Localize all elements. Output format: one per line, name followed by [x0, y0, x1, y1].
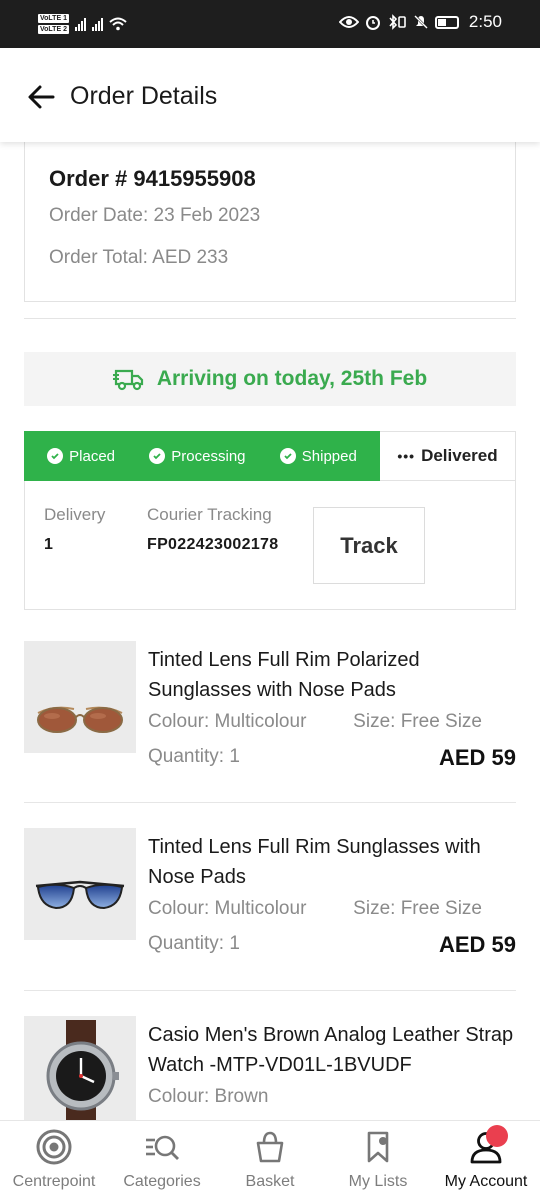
status-step-placed: Placed	[47, 448, 115, 465]
status-bar-left: VoLTE 1 VoLTE 2	[38, 14, 127, 34]
item-divider	[24, 802, 516, 803]
product-colour: Colour: Brown	[148, 1086, 269, 1107]
nav-item-my-lists[interactable]: My Lists	[324, 1121, 432, 1194]
status-bar-right: 2:50	[338, 12, 502, 32]
completed-steps: Placed Processing Shipped	[24, 431, 380, 481]
signal-2-icon	[91, 17, 103, 31]
product-price: AED 59	[438, 932, 516, 957]
product-name[interactable]: Tinted Lens Full Rim Polarized Sunglasse…	[148, 645, 518, 705]
app-header: Order Details	[0, 48, 540, 142]
back-arrow-icon[interactable]	[26, 82, 56, 112]
volte-2-badge: VoLTE 2	[38, 25, 69, 34]
alarm-icon	[365, 16, 380, 30]
nav-item-centrepoint[interactable]: Centrepoint	[0, 1121, 108, 1194]
nav-label: Categories	[123, 1173, 201, 1190]
nav-label: My Account	[444, 1173, 528, 1190]
track-button[interactable]: Track	[313, 507, 425, 584]
status-bar: VoLTE 1 VoLTE 2 2:50	[0, 0, 540, 48]
product-price: AED 59	[438, 745, 516, 770]
order-item[interactable]: Tinted Lens Full Rim Sunglasses with Nos…	[24, 828, 516, 968]
nav-item-my-account[interactable]: My Account	[432, 1121, 540, 1194]
product-size: Size: Free Size	[353, 898, 482, 919]
check-icon	[47, 448, 64, 464]
status-step-label: Processing	[171, 447, 246, 465]
product-colour: Colour: Multicolour	[148, 711, 307, 732]
nav-label: Basket	[245, 1173, 295, 1190]
product-colour: Colour: Multicolour	[148, 898, 307, 919]
delivery-value: 1	[44, 536, 53, 553]
courier-tracking-label: Courier Tracking	[147, 505, 272, 524]
nav-label: Centrepoint	[12, 1173, 96, 1190]
eye-icon	[338, 16, 359, 28]
volte-1-badge: VoLTE 1	[38, 14, 69, 23]
arrival-text: Arriving on today, 25th Feb	[156, 367, 428, 390]
status-step-processing: Processing	[149, 447, 246, 465]
delivery-label: Delivery	[44, 505, 106, 524]
delivery-truck-icon	[112, 369, 143, 391]
ellipsis-icon: •••	[397, 448, 416, 464]
battery-icon	[434, 15, 459, 29]
product-image[interactable]	[24, 828, 136, 940]
volte-indicators: VoLTE 1 VoLTE 2	[38, 14, 69, 34]
mute-bell-icon	[414, 15, 428, 29]
brown-sunglasses-image	[37, 706, 123, 733]
courier-tracking-number: FP022423002178	[147, 536, 279, 553]
categories-search-icon	[142, 1127, 182, 1167]
product-size: Size: Free Size	[353, 711, 482, 732]
nav-item-categories[interactable]: Categories	[108, 1121, 216, 1194]
status-time: 2:50	[468, 12, 502, 31]
order-status-tracker: Placed Processing Shipped ••• Delivered	[24, 431, 516, 481]
section-divider	[24, 318, 516, 319]
blue-aviator-sunglasses-image	[35, 880, 125, 910]
order-number: Order # 9415955908	[49, 166, 256, 191]
user-icon	[466, 1125, 508, 1167]
product-quantity: Quantity: 1	[148, 933, 240, 954]
order-date: Order Date: 23 Feb 2023	[49, 205, 261, 226]
order-total: Order Total: AED 233	[49, 247, 229, 268]
product-image[interactable]	[24, 641, 136, 753]
notification-badge	[486, 1125, 508, 1147]
nav-label: My Lists	[348, 1173, 408, 1190]
status-step-label: Delivered	[421, 446, 498, 465]
check-icon	[149, 448, 166, 464]
check-icon	[279, 448, 296, 464]
nav-item-basket[interactable]: Basket	[216, 1121, 324, 1194]
delivery-info-box: Delivery 1 Courier Tracking FP0224230021…	[24, 481, 516, 610]
order-item[interactable]: Casio Men's Brown Analog Leather Strap W…	[24, 1016, 516, 1120]
product-image[interactable]	[24, 1016, 136, 1120]
product-name[interactable]: Tinted Lens Full Rim Sunglasses with Nos…	[148, 832, 518, 892]
status-step-shipped: Shipped	[279, 447, 357, 465]
arrival-banner: Arriving on today, 25th Feb	[24, 352, 516, 406]
order-item[interactable]: Tinted Lens Full Rim Polarized Sunglasse…	[24, 641, 516, 781]
status-step-label: Placed	[69, 447, 116, 465]
product-name[interactable]: Casio Men's Brown Analog Leather Strap W…	[148, 1020, 516, 1080]
page-title: Order Details	[70, 82, 218, 110]
signal-1-icon	[74, 17, 86, 31]
product-quantity: Quantity: 1	[148, 746, 240, 767]
target-icon	[34, 1127, 74, 1167]
wifi-icon	[109, 17, 127, 31]
brown-leather-watch-image	[46, 1020, 119, 1120]
bottom-navigation: Centrepoint Categories Basket My Lists M…	[0, 1120, 540, 1194]
item-divider	[24, 990, 516, 991]
status-step-delivered: ••• Delivered	[380, 431, 516, 481]
bluetooth-vibrate-icon	[389, 14, 406, 30]
status-step-label: Shipped	[301, 447, 357, 465]
order-summary-card: Order # 9415955908 Order Date: 23 Feb 20…	[24, 142, 516, 302]
bookmark-icon	[358, 1127, 398, 1167]
basket-icon	[250, 1127, 290, 1167]
